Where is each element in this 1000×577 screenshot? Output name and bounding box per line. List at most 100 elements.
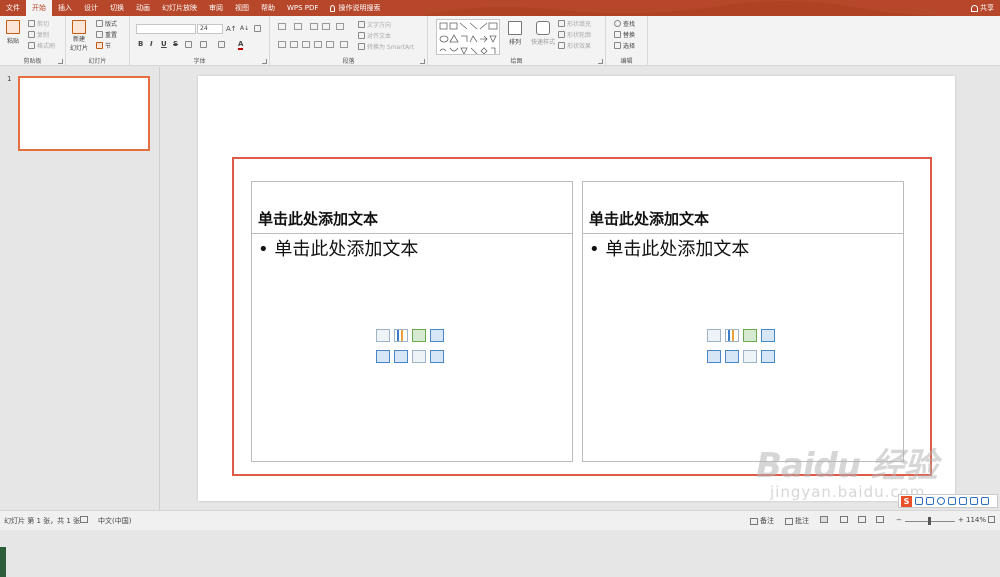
zoom-in-button[interactable]: + bbox=[958, 516, 964, 524]
content-placeholder-left[interactable]: 单击此处添加文本 • 单击此处添加文本 bbox=[251, 181, 573, 462]
align-right-button[interactable] bbox=[302, 41, 310, 48]
insert-icon-icon[interactable] bbox=[430, 350, 444, 363]
numbering-button[interactable] bbox=[294, 23, 302, 30]
tab-wps-pdf[interactable]: WPS PDF bbox=[281, 0, 324, 16]
tab-insert[interactable]: 插入 bbox=[52, 0, 78, 16]
quick-styles-button[interactable]: 快速样式 bbox=[531, 21, 555, 46]
tab-design[interactable]: 设计 bbox=[78, 0, 104, 16]
ime-punctuation-icon[interactable] bbox=[926, 497, 934, 505]
tab-animations[interactable]: 动画 bbox=[130, 0, 156, 16]
font-color-button[interactable]: A bbox=[238, 40, 244, 50]
ime-toolbox-icon[interactable] bbox=[981, 497, 989, 505]
underline-button[interactable]: U bbox=[161, 40, 167, 48]
copy-button[interactable]: 复制 bbox=[28, 30, 49, 39]
sogou-logo-icon[interactable]: S bbox=[901, 495, 912, 507]
normal-view-button[interactable] bbox=[820, 516, 828, 523]
shapes-gallery[interactable] bbox=[436, 19, 500, 55]
tab-transitions[interactable]: 切换 bbox=[104, 0, 130, 16]
selection-outline[interactable]: 单击此处添加文本 • 单击此处添加文本 单击此处添加文本 • 单击此处添加文本 bbox=[232, 157, 932, 476]
font-size-select[interactable]: 24 bbox=[197, 24, 223, 34]
insert-3d-model-icon[interactable] bbox=[430, 329, 444, 342]
change-case-button[interactable] bbox=[218, 41, 225, 48]
insert-picture-icon[interactable] bbox=[707, 350, 721, 363]
fit-to-window-button[interactable] bbox=[988, 516, 995, 523]
text-direction-button[interactable]: 文字方向 bbox=[358, 20, 391, 29]
ime-mic-icon[interactable] bbox=[948, 497, 956, 505]
insert-picture-icon[interactable] bbox=[376, 350, 390, 363]
notes-button[interactable]: 备注 bbox=[750, 516, 774, 526]
tab-view[interactable]: 视图 bbox=[229, 0, 255, 16]
placeholder-title-left[interactable]: 单击此处添加文本 bbox=[258, 208, 378, 229]
placeholder-title-right[interactable]: 单击此处添加文本 bbox=[589, 208, 709, 229]
paste-button[interactable]: 粘贴 bbox=[6, 20, 20, 45]
clipboard-launcher[interactable] bbox=[58, 59, 63, 64]
tab-home[interactable]: 开始 bbox=[26, 0, 52, 16]
tab-file[interactable]: 文件 bbox=[0, 0, 26, 16]
tell-me-search[interactable]: 操作说明搜索 bbox=[330, 3, 380, 13]
placeholder-body-left[interactable]: • 单击此处添加文本 bbox=[258, 235, 418, 261]
select-button[interactable]: 选择 bbox=[614, 41, 635, 50]
insert-table-icon[interactable] bbox=[707, 329, 721, 342]
insert-icon-icon[interactable] bbox=[761, 350, 775, 363]
arrange-button[interactable]: 排列 bbox=[508, 21, 522, 46]
format-painter-button[interactable]: 格式刷 bbox=[28, 41, 55, 50]
content-placeholder-right[interactable]: 单击此处添加文本 • 单击此处添加文本 bbox=[582, 181, 904, 462]
shape-outline-button[interactable]: 形状轮廓 bbox=[558, 30, 591, 39]
italic-button[interactable]: I bbox=[150, 40, 153, 48]
language-indicator[interactable]: 中文(中国) bbox=[98, 516, 131, 526]
distributed-button[interactable] bbox=[326, 41, 334, 48]
slide-sorter-button[interactable] bbox=[840, 516, 848, 523]
zoom-level[interactable]: 114% bbox=[966, 516, 986, 524]
line-spacing-button[interactable] bbox=[336, 23, 344, 30]
drawing-launcher[interactable] bbox=[598, 59, 603, 64]
ime-chinese-icon[interactable] bbox=[915, 497, 923, 505]
tab-review[interactable]: 审阅 bbox=[203, 0, 229, 16]
bullets-button[interactable] bbox=[278, 23, 286, 30]
insert-chart-icon[interactable] bbox=[394, 329, 408, 342]
insert-table-icon[interactable] bbox=[376, 329, 390, 342]
ime-emoji-icon[interactable] bbox=[937, 497, 945, 505]
spellcheck-icon[interactable] bbox=[80, 516, 88, 523]
clear-format-button[interactable] bbox=[254, 25, 261, 32]
align-center-button[interactable] bbox=[290, 41, 298, 48]
share-button[interactable]: 共享 bbox=[971, 0, 994, 16]
insert-chart-icon[interactable] bbox=[725, 329, 739, 342]
shape-fill-button[interactable]: 形状填充 bbox=[558, 19, 591, 28]
smartart-button[interactable]: 转换为 SmartArt bbox=[358, 42, 414, 51]
insert-online-picture-icon[interactable] bbox=[725, 350, 739, 363]
char-spacing-button[interactable] bbox=[200, 41, 207, 48]
decrease-indent-button[interactable] bbox=[310, 23, 318, 30]
slideshow-button[interactable] bbox=[876, 516, 884, 523]
tab-help[interactable]: 帮助 bbox=[255, 0, 281, 16]
increase-indent-button[interactable] bbox=[322, 23, 330, 30]
insert-video-icon[interactable] bbox=[412, 350, 426, 363]
align-text-button[interactable]: 对齐文本 bbox=[358, 31, 391, 40]
insert-smartart-icon[interactable] bbox=[412, 329, 426, 342]
ime-skin-icon[interactable] bbox=[970, 497, 978, 505]
reading-view-button[interactable] bbox=[858, 516, 866, 523]
cut-button[interactable]: 剪切 bbox=[28, 19, 49, 28]
columns-button[interactable] bbox=[340, 41, 348, 48]
insert-3d-model-icon[interactable] bbox=[761, 329, 775, 342]
zoom-slider-thumb[interactable] bbox=[928, 517, 931, 525]
font-launcher[interactable] bbox=[262, 59, 267, 64]
replace-button[interactable]: 替换 bbox=[614, 30, 635, 39]
slide-thumbnail[interactable] bbox=[18, 76, 150, 151]
font-name-select[interactable] bbox=[136, 24, 196, 34]
decrease-font-button[interactable]: A↓ bbox=[240, 25, 249, 32]
ime-keyboard-icon[interactable] bbox=[959, 497, 967, 505]
strikethrough-button[interactable]: S bbox=[173, 40, 178, 48]
find-button[interactable]: 查找 bbox=[614, 19, 635, 28]
insert-video-icon[interactable] bbox=[743, 350, 757, 363]
zoom-out-button[interactable]: − bbox=[896, 516, 902, 524]
comments-button[interactable]: 批注 bbox=[785, 516, 809, 526]
insert-online-picture-icon[interactable] bbox=[394, 350, 408, 363]
shape-effects-button[interactable]: 形状效果 bbox=[558, 41, 591, 50]
layout-button[interactable]: 版式 bbox=[96, 19, 117, 28]
tab-slideshow[interactable]: 幻灯片放映 bbox=[156, 0, 203, 16]
new-slide-button[interactable]: 新建 幻灯片 bbox=[70, 20, 88, 52]
section-button[interactable]: 节 bbox=[96, 41, 111, 50]
placeholder-body-right[interactable]: • 单击此处添加文本 bbox=[589, 235, 749, 261]
increase-font-button[interactable]: A↑ bbox=[226, 25, 237, 33]
reset-button[interactable]: 重置 bbox=[96, 30, 117, 39]
